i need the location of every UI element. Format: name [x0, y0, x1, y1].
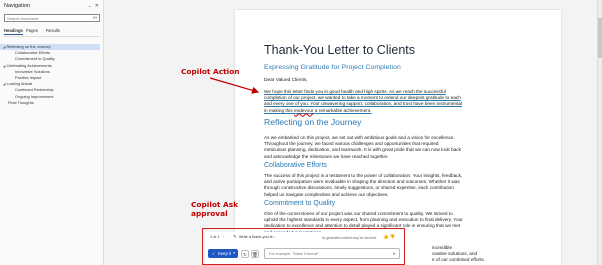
- scrollbar-thumb[interactable]: [598, 18, 602, 58]
- quality-line: One of the cornerstones of our project w…: [264, 211, 453, 216]
- intro-paragraph: We hope this letter finds you in good he…: [264, 89, 510, 114]
- collab-paragraph: The success of this project is a testame…: [264, 173, 510, 198]
- journey-line: and acknowledge the milestones we have r…: [264, 153, 389, 159]
- tree-item-looking-ahead[interactable]: ◢Looking Ahead: [3, 81, 32, 87]
- search-placeholder: Search document: [7, 16, 39, 21]
- tree-item-final[interactable]: Final Thoughts: [8, 100, 34, 106]
- tab-pages[interactable]: Pages: [26, 28, 38, 33]
- intro-line: and every one of you. Your unwavering su…: [264, 101, 463, 107]
- intro-line: completion of our project, we wanted to …: [264, 95, 450, 101]
- search-icon[interactable]: ⌕▾: [93, 15, 97, 20]
- navigation-header: Navigation ⌄ ✕: [4, 3, 99, 13]
- collab-line: helped us navigate complexities and achi…: [264, 191, 389, 197]
- tree-item-collaborative[interactable]: Collaborative Efforts: [15, 50, 50, 56]
- journey-line: meticulous planning, dedication, and tea…: [264, 147, 461, 153]
- tree-item-continued[interactable]: Continued Partnership: [15, 87, 54, 93]
- collab-line: and active participation were invaluable…: [264, 179, 460, 185]
- document-title: Thank-You Letter to Clients: [264, 43, 416, 57]
- annotation-copilot-ask: Copilot Ask approval: [191, 200, 238, 218]
- annotation-arrow: [209, 77, 260, 94]
- tree-item-reflecting[interactable]: ◢Reflecting on the Journey: [0, 44, 100, 50]
- intro-word: each: [450, 95, 461, 101]
- quality-line: uphold the highest standards in every as…: [264, 217, 463, 223]
- tree-item-label: Reflecting on the Journey: [6, 44, 51, 49]
- tree-item-commitment[interactable]: Commitment to Quality: [15, 56, 55, 62]
- tree-item-label: Looking Ahead: [6, 81, 33, 87]
- navigation-header-buttons: ⌄ ✕: [85, 3, 99, 9]
- document-subtitle: Expressing Gratitude for Project Complet…: [264, 64, 401, 71]
- tree-item-celebrating[interactable]: ◢Celebrating Achievements: [3, 63, 52, 69]
- navigation-title: Navigation: [4, 3, 30, 9]
- intro-line: We hope this letter finds you in good he…: [264, 89, 446, 94]
- annotation-ask-line2: approval: [191, 209, 228, 218]
- annotation-ask-line1: Copilot Ask: [191, 200, 239, 209]
- tab-divider: [4, 36, 100, 37]
- chevron-down-icon[interactable]: ⌄: [88, 3, 92, 9]
- tree-item-positive[interactable]: Positive Impact: [15, 75, 41, 81]
- heading-reflecting: Reflecting on the Journey: [264, 117, 362, 127]
- tail-line: e of our combined efforts.: [432, 257, 486, 263]
- search-input[interactable]: Search document ⌕▾: [4, 14, 100, 22]
- navigation-pane: Navigation ⌄ ✕ Search document ⌕▾ Heading…: [0, 0, 104, 265]
- collab-line: through constructive discussions, timely…: [264, 185, 454, 191]
- tree-item-ongoing[interactable]: Ongoing Improvement: [15, 94, 54, 100]
- copilot-inserted-text: We hope this letter finds you in good he…: [264, 89, 462, 113]
- annotation-highlight-box: [202, 228, 405, 265]
- journey-line: As we embarked on this project, we set o…: [264, 135, 455, 140]
- journey-paragraph: As we embarked on this project, we set o…: [264, 135, 510, 160]
- navigation-tabs: Headings Pages Results: [4, 28, 100, 37]
- hidden-paragraph-tail: incredible ovative solutions, and e of our…: [432, 245, 522, 264]
- intro-line: a remarkable achievement.: [314, 107, 372, 113]
- collab-line: The success of this project is a testame…: [264, 173, 463, 178]
- tail-line: ovative solutions, and: [432, 251, 478, 257]
- document-page[interactable]: Thank-You Letter to Clients Expressing G…: [235, 10, 561, 265]
- tab-headings[interactable]: Headings: [4, 28, 23, 35]
- heading-commitment: Commitment to Quality: [264, 200, 336, 207]
- tree-item-innovative[interactable]: Innovative Solutions: [15, 69, 50, 75]
- heading-collaborative: Collaborative Efforts: [264, 162, 327, 169]
- tree-item-label: Celebrating Achievements: [6, 62, 52, 68]
- spelling-error[interactable]: endevour: [294, 108, 314, 113]
- journey-line: Throughout the journey, we faced various…: [264, 141, 439, 147]
- tail-line: incredible: [432, 245, 453, 250]
- tab-results[interactable]: Results: [46, 28, 60, 33]
- salutation: Dear Valued Clients,: [264, 78, 308, 83]
- intro-line: in making this: [264, 107, 293, 113]
- vertical-scrollbar[interactable]: [597, 0, 602, 265]
- close-icon[interactable]: ✕: [95, 3, 99, 9]
